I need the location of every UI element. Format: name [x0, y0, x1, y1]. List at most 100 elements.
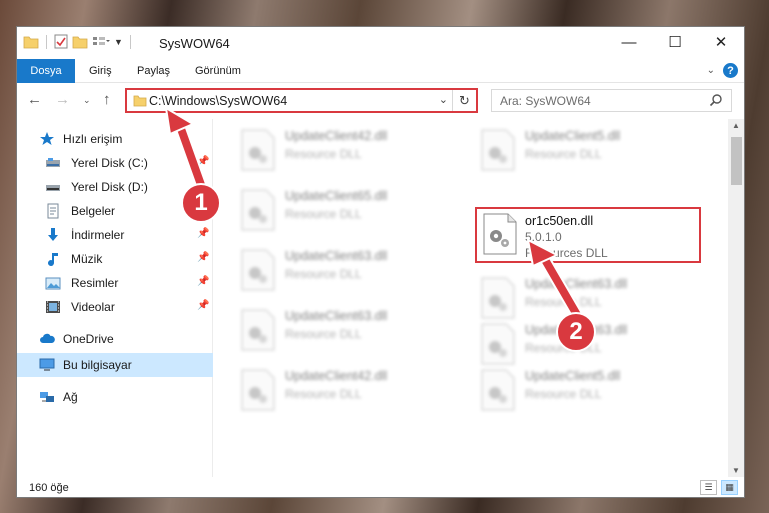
- address-bar[interactable]: C:\Windows\SysWOW64 ⌄ ↻: [125, 88, 478, 113]
- file-item[interactable]: UpdateClient42.dll Resource DLL: [215, 121, 441, 177]
- navigation-pane: Hızlı erişim Yerel Disk (C:) 📌 Yerel Dis…: [17, 119, 213, 477]
- file-item[interactable]: UpdateClient5.dll Resource DLL: [455, 361, 681, 417]
- recent-locations-icon[interactable]: ⌄: [83, 95, 91, 106]
- dll-file-icon: [481, 369, 515, 411]
- file-name: UpdateClient63.dll: [525, 277, 628, 291]
- sidebar-item-onedrive[interactable]: OneDrive: [17, 327, 213, 351]
- sidebar-label: İndirmeler: [71, 228, 125, 242]
- sidebar-label: Resimler: [71, 276, 119, 290]
- pin-icon[interactable]: 📌: [197, 228, 209, 239]
- star-icon: [40, 132, 54, 145]
- properties-icon[interactable]: [54, 34, 68, 49]
- file-description: Resource DLL: [525, 147, 602, 161]
- sidebar-item-quick-access[interactable]: Hızlı erişim: [17, 127, 213, 151]
- sidebar-label: Müzik: [71, 252, 103, 266]
- file-name: UpdateClient42.dll: [285, 129, 388, 143]
- file-description: Resource DLL: [285, 387, 362, 401]
- sidebar-label: Belgeler: [71, 204, 116, 218]
- highlighted-file-item[interactable]: or1c50en.dll 5.0.1.0 Resources DLL: [475, 207, 701, 263]
- tab-giris[interactable]: Giriş: [79, 59, 122, 83]
- pin-icon[interactable]: 📌: [197, 252, 209, 263]
- file-item[interactable]: UpdateClient5.dll Resource DLL: [455, 121, 681, 177]
- tab-paylas[interactable]: Paylaş: [127, 59, 180, 83]
- customize-toolbar-icon[interactable]: [92, 35, 110, 49]
- window-controls: — ☐ ✕: [606, 27, 744, 57]
- dll-file-icon: [241, 249, 275, 291]
- ribbon-controls: ⌄ ?: [707, 63, 738, 78]
- tiles-view-icon[interactable]: ▦: [721, 480, 738, 495]
- file-name: UpdateClient63.dll: [285, 309, 388, 323]
- download-icon: [48, 228, 58, 241]
- tab-dosya[interactable]: Dosya: [17, 59, 75, 83]
- address-path[interactable]: C:\Windows\SysWOW64: [149, 94, 287, 108]
- drive-icon: [46, 185, 60, 191]
- file-description: Resource DLL: [285, 327, 362, 341]
- minimize-button[interactable]: —: [606, 27, 652, 57]
- scroll-down-icon[interactable]: ▼: [732, 466, 740, 475]
- up-arrow-icon[interactable]: ↑: [103, 91, 111, 108]
- file-name: UpdateClient42.dll: [285, 369, 388, 383]
- ribbon-tabs: Dosya Giriş Paylaş Görünüm ⌄ ?: [17, 59, 744, 83]
- file-description: Resources DLL: [525, 246, 608, 260]
- address-history-chevron-icon[interactable]: ⌄: [439, 93, 448, 106]
- step-badge-1: 1: [181, 183, 221, 223]
- file-item[interactable]: UpdateClient65.dll Resource DLL: [215, 181, 441, 237]
- file-name: UpdateClient5.dll: [525, 129, 621, 143]
- videos-icon: [46, 301, 60, 313]
- pin-icon[interactable]: 📌: [197, 156, 209, 167]
- help-icon[interactable]: ?: [723, 63, 738, 78]
- view-switcher: ☰ ▦: [700, 480, 738, 495]
- file-name: UpdateClient63.dll: [285, 249, 388, 263]
- pin-icon[interactable]: 📌: [197, 300, 209, 311]
- network-icon: [40, 392, 54, 402]
- file-item[interactable]: UpdateClient63.dll Resource DLL: [215, 241, 441, 297]
- search-icon[interactable]: [709, 93, 723, 107]
- status-bar: 160 öğe ☰ ▦: [17, 477, 744, 497]
- documents-icon: [47, 203, 59, 219]
- sidebar-item-downloads[interactable]: İndirmeler 📌: [17, 223, 213, 247]
- search-box[interactable]: Ara: SysWOW64: [491, 89, 732, 112]
- file-name: or1c50en.dll: [525, 214, 594, 228]
- toolbar-dropdown-icon[interactable]: ▼: [114, 37, 123, 47]
- file-item[interactable]: UpdateClient42.dll Resource DLL: [215, 361, 441, 417]
- maximize-button[interactable]: ☐: [652, 27, 698, 57]
- pin-icon[interactable]: 📌: [197, 276, 209, 287]
- item-count: 160 öğe: [29, 482, 69, 494]
- file-item[interactable]: UpdateClient63.dll Resource DLL: [215, 301, 441, 357]
- pictures-icon: [45, 277, 61, 290]
- file-description: Resource DLL: [525, 387, 602, 401]
- sidebar-item-music[interactable]: Müzik 📌: [17, 247, 213, 271]
- sidebar-label-quick-access: Hızlı erişim: [63, 132, 123, 146]
- file-description: Resource DLL: [285, 267, 362, 281]
- details-view-icon[interactable]: ☰: [700, 480, 717, 495]
- tab-gorunum[interactable]: Görünüm: [185, 59, 251, 83]
- vertical-scrollbar[interactable]: ▲ ▼: [728, 119, 744, 477]
- scroll-up-icon[interactable]: ▲: [732, 121, 740, 130]
- folder-icon[interactable]: [23, 35, 39, 49]
- sidebar-item-pictures[interactable]: Resimler 📌: [17, 271, 213, 295]
- dll-file-icon: [241, 129, 275, 171]
- close-button[interactable]: ✕: [698, 27, 744, 57]
- file-description: Resource DLL: [525, 295, 602, 309]
- scrollbar-thumb[interactable]: [731, 137, 742, 185]
- drive-icon: [46, 158, 60, 167]
- music-icon: [48, 253, 58, 267]
- sidebar-item-local-disk-c[interactable]: Yerel Disk (C:) 📌: [17, 151, 213, 175]
- expand-ribbon-icon[interactable]: ⌄: [707, 65, 715, 76]
- search-input[interactable]: Ara: SysWOW64: [500, 94, 591, 108]
- title-divider: [129, 34, 131, 49]
- sidebar-item-network[interactable]: Ağ: [17, 385, 213, 409]
- sidebar-item-this-pc[interactable]: Bu bilgisayar: [17, 353, 213, 377]
- new-folder-icon[interactable]: [72, 35, 88, 49]
- sidebar-label: Yerel Disk (C:): [71, 156, 148, 170]
- cloud-icon: [40, 333, 55, 343]
- dll-file-icon: [481, 323, 515, 365]
- refresh-icon[interactable]: ↻: [452, 90, 476, 111]
- forward-arrow-icon[interactable]: →: [55, 91, 70, 108]
- sidebar-item-videos[interactable]: Videolar 📌: [17, 295, 213, 319]
- window-title: SysWOW64: [159, 36, 230, 51]
- dll-file-icon: [241, 309, 275, 351]
- dll-file-icon: [241, 189, 275, 231]
- dll-file-icon: [481, 277, 515, 319]
- back-arrow-icon[interactable]: ←: [27, 91, 42, 108]
